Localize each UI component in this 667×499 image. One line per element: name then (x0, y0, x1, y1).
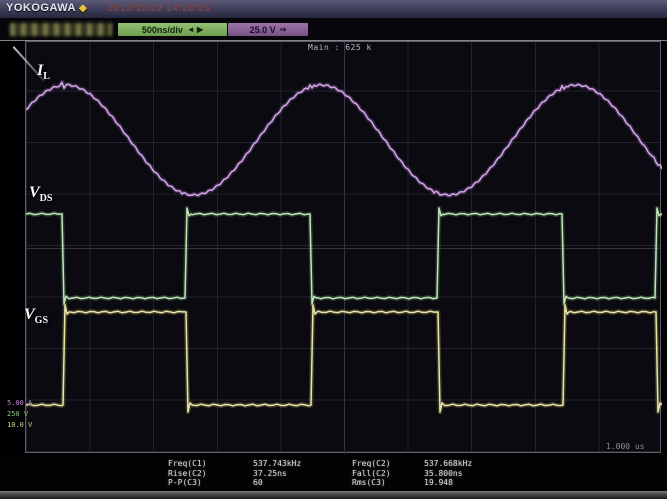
datetime-display: 2013/10/22 14:28:25 (108, 3, 210, 14)
bottom-bezel-strip (0, 491, 667, 499)
settings-bar: 500ns/div ◄ ▶ 25.0 V ⇒ (0, 18, 667, 40)
measurement-labels-group2: Freq(C2) Fall(C2) Rms(C3) (352, 459, 391, 488)
timebase-arrows-icon: ◄ ▶ (187, 25, 203, 34)
measurement-labels-group1: Freq(C1) Rise(C2) P-P(C3) (168, 459, 207, 488)
trace-label-main: V (29, 184, 40, 201)
channel-scale-drain: 250 V (7, 410, 28, 418)
trace-label-sub: GS (35, 315, 48, 326)
waveforms (26, 42, 662, 454)
channel-settings-segment[interactable] (10, 23, 112, 36)
measurement-readout-area: Freq(C1) Rise(C2) P-P(C3) 537.743kHz 37.… (0, 456, 667, 490)
measurement-values-group2: 537.668kHz 35.800ns 19.948 (424, 459, 472, 488)
trigger-segment[interactable]: 25.0 V ⇒ (228, 23, 308, 36)
header-bar: YOKOGAWA◆ 2013/10/22 14:28:25 (0, 0, 667, 19)
trace-label-drain-voltage: VDS (29, 184, 52, 204)
brand-text: YOKOGAWA (6, 2, 76, 14)
trace-label-sub: DS (40, 193, 53, 204)
timebase-label: 500ns/div (142, 25, 183, 35)
trace-label-gate-voltage: VGS (24, 306, 48, 326)
trigger-level-label: 25.0 V (250, 25, 276, 35)
waveform-plot-area: Main : 625 k 1.000 us (25, 41, 661, 453)
trigger-arrow-icon: ⇒ (280, 25, 287, 34)
oscilloscope-screen: YOKOGAWA◆ 2013/10/22 14:28:25 500ns/div … (0, 0, 667, 499)
timebase-segment[interactable]: 500ns/div ◄ ▶ (118, 23, 227, 36)
measurement-values-group1: 537.743kHz 37.25ns 60 (253, 459, 301, 488)
channel-scale-gate: 10.0 V (7, 421, 32, 429)
channel-scale-current: 5.00 A (7, 399, 32, 407)
brand-logo: YOKOGAWA◆ (6, 2, 87, 14)
brand-diamond-icon: ◆ (79, 3, 87, 14)
trace-label-main: V (24, 306, 35, 323)
